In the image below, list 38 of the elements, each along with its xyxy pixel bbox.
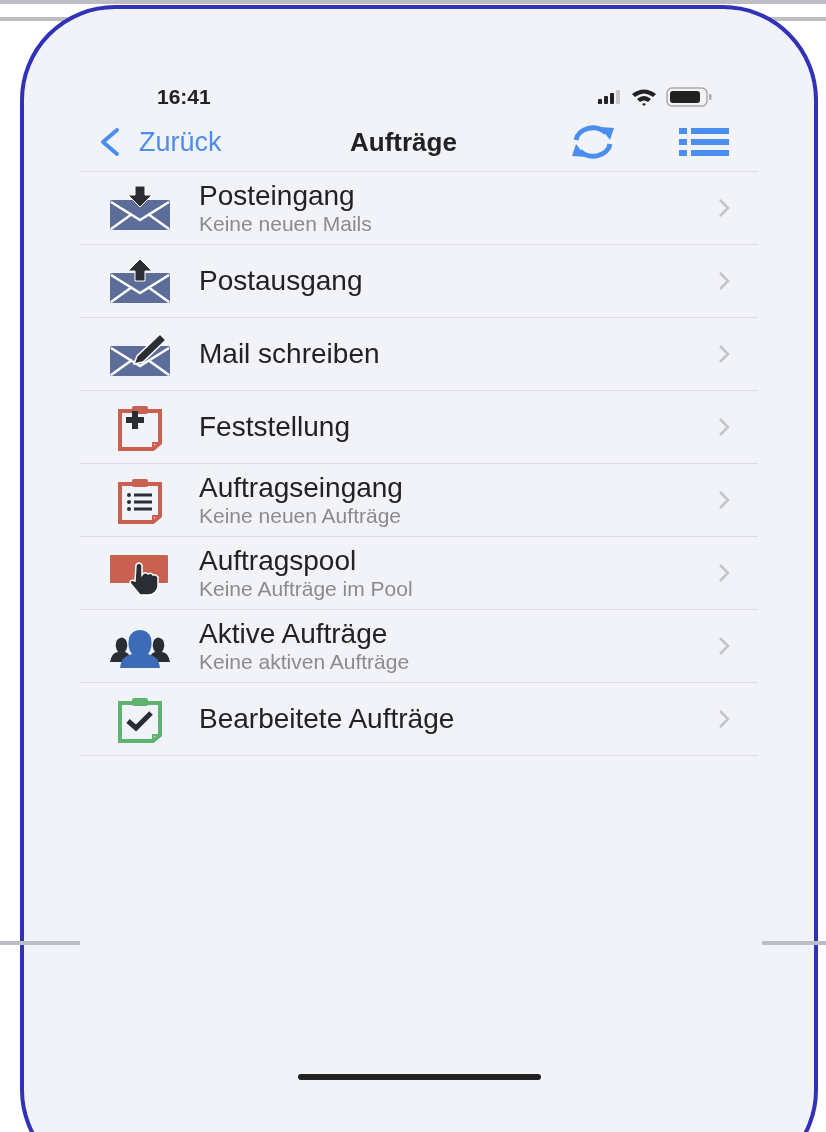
screen-title: Aufträge [350, 126, 458, 158]
row-title: Feststellung [199, 411, 351, 443]
list-menu-icon[interactable] [679, 127, 729, 157]
chevron-icon [718, 709, 730, 729]
row-title: Aktive Aufträge [199, 618, 389, 650]
chevron-icon [718, 198, 730, 218]
envelope-pencil-icon [108, 330, 172, 378]
inbox-envelope-icon [108, 184, 172, 232]
chevron-icon [718, 563, 730, 583]
row-subtitle: Keine Aufträge im Pool [199, 577, 414, 601]
status-time: 16:41 [157, 85, 211, 109]
row-subtitle: Keine neuen Aufträge [199, 504, 402, 528]
chevron-icon [718, 417, 730, 437]
menu-row[interactable]: Bearbeitete Aufträge [80, 683, 758, 756]
row-title: Mail schreiben [199, 338, 381, 370]
row-title: Postausgang [199, 265, 364, 297]
refresh-icon[interactable] [570, 124, 616, 160]
menu-row[interactable]: Auftragspool Keine Aufträge im Pool [80, 537, 758, 610]
chevron-icon [718, 344, 730, 364]
chevron-icon [718, 490, 730, 510]
row-subtitle: Keine aktiven Aufträge [199, 650, 411, 674]
chevron-icon [718, 271, 730, 291]
menu-row[interactable]: Auftragseingang Keine neuen Aufträge [80, 464, 758, 537]
row-subtitle: Keine neuen Mails [199, 212, 373, 236]
row-title: Bearbeitete Aufträge [199, 703, 456, 735]
outbox-envelope-icon [108, 257, 172, 305]
menu-row[interactable]: Feststellung [80, 391, 758, 464]
chevron-icon [718, 636, 730, 656]
row-title: Posteingang [199, 180, 356, 212]
battery-icon [666, 87, 712, 107]
menu-row[interactable]: Mail schreiben [80, 318, 758, 391]
signal-icon [598, 90, 622, 104]
menu-row[interactable]: Postausgang [80, 245, 758, 318]
wifi-icon [630, 88, 658, 106]
menu-row[interactable]: Aktive Aufträge Keine aktiven Aufträge [80, 610, 758, 683]
row-title: Auftragseingang [199, 472, 404, 504]
menu-row[interactable]: Posteingang Keine neuen Mails [80, 172, 758, 245]
row-title: Auftragspool [199, 545, 358, 577]
